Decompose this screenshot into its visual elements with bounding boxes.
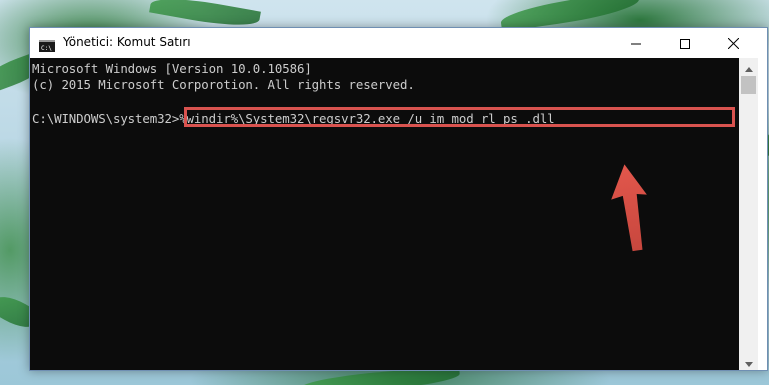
command-highlight-box	[184, 107, 735, 127]
console-line: Microsoft Windows [Version 10.0.10586]	[32, 61, 312, 76]
red-arrow-up-icon	[610, 134, 650, 254]
svg-text:C:\: C:\	[41, 45, 52, 52]
command-prompt-window: C:\ Yönetici: Komut Satırı Microsoft Win…	[29, 27, 768, 371]
scroll-down-button[interactable]	[739, 353, 758, 370]
scroll-up-button[interactable]	[739, 58, 758, 75]
close-icon	[727, 34, 739, 53]
console-output[interactable]: Microsoft Windows [Version 10.0.10586] (…	[30, 58, 739, 370]
chevron-down-icon	[744, 352, 753, 371]
minimize-icon	[631, 34, 641, 53]
maximize-icon	[680, 34, 690, 53]
close-button[interactable]	[710, 28, 756, 58]
maximize-button[interactable]	[662, 28, 708, 58]
window-titlebar[interactable]: C:\ Yönetici: Komut Satırı	[30, 28, 767, 58]
scroll-thumb[interactable]	[741, 76, 756, 94]
chevron-up-icon	[744, 57, 753, 76]
cmd-icon: C:\	[39, 37, 55, 52]
vertical-scrollbar[interactable]	[739, 58, 758, 370]
minimize-button[interactable]	[613, 28, 659, 58]
console-line: (c) 2015 Microsoft Corporotion. All righ…	[32, 77, 415, 92]
window-title: Yönetici: Komut Satırı	[63, 35, 191, 49]
